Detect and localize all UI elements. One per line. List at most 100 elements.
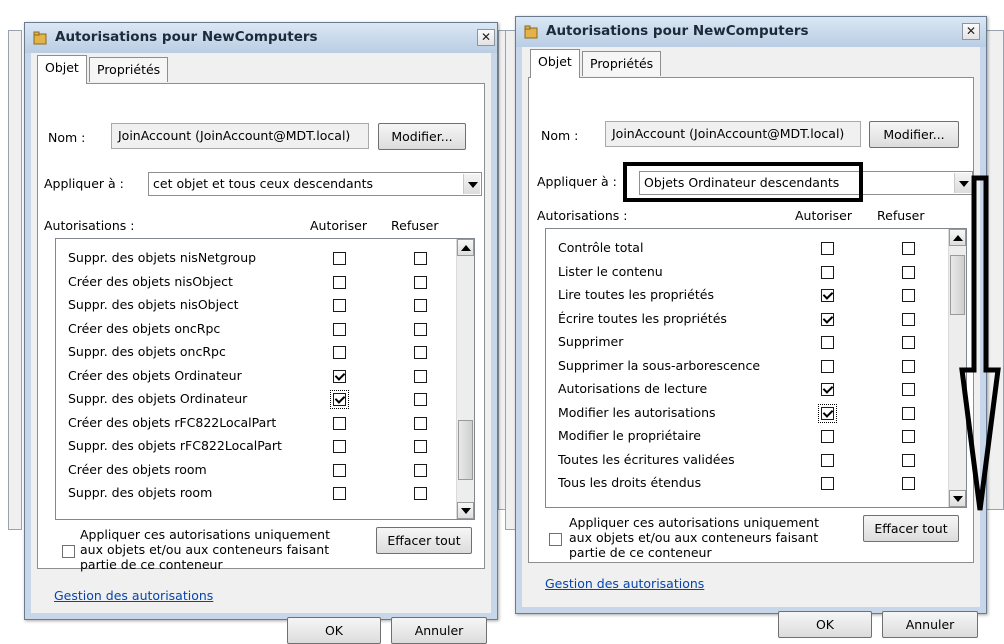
manage-permissions-link[interactable]: Gestion des autorisations [545, 576, 704, 591]
tab-proprietes[interactable]: Propriétés [582, 51, 662, 76]
allow-checkbox[interactable] [821, 383, 834, 396]
allow-checkbox[interactable] [333, 369, 346, 383]
permission-row[interactable]: Suppr. des objets nisNetgroup [56, 247, 456, 270]
modify-button[interactable]: Modifier... [378, 123, 466, 150]
permission-row[interactable]: Suppr. des objets oncRpc [56, 341, 456, 364]
ok-button[interactable]: OK [287, 617, 381, 644]
chevron-down-icon[interactable] [463, 174, 480, 194]
clear-all-button[interactable]: Effacer tout [376, 527, 472, 554]
allow-checkbox[interactable] [821, 430, 834, 443]
allow-checkbox[interactable] [333, 487, 346, 500]
allow-checkbox[interactable] [821, 242, 834, 255]
close-button[interactable]: ✕ [477, 29, 495, 46]
allow-checkbox[interactable] [333, 322, 346, 336]
permission-name: Toutes les écritures validées [558, 451, 735, 467]
permissions-list[interactable]: Suppr. des objets room Créer des objets r… [55, 238, 475, 520]
deny-checkbox[interactable] [902, 289, 915, 302]
deny-checkbox[interactable] [902, 406, 915, 420]
deny-checkbox[interactable] [414, 487, 427, 500]
allow-checkbox[interactable] [333, 299, 346, 312]
allow-checkbox[interactable] [821, 336, 834, 349]
deny-checkbox[interactable] [902, 383, 915, 396]
allow-checkbox[interactable] [821, 359, 834, 373]
tab-proprietes[interactable]: Propriétés [89, 57, 169, 82]
deny-checkbox[interactable] [902, 359, 915, 373]
allow-checkbox[interactable] [821, 477, 834, 490]
permission-row[interactable]: Suppr. des objets nisObject [56, 294, 456, 317]
permission-row[interactable]: Créer des objets Ordinateur [56, 365, 456, 388]
permission-row[interactable]: Modifier le propriétaire [546, 425, 948, 448]
deny-checkbox[interactable] [414, 299, 427, 312]
tab-objet[interactable]: Objet [37, 55, 87, 84]
cancel-button[interactable]: Annuler [391, 617, 487, 644]
permission-name: Suppr. des objets oncRpc [68, 344, 226, 359]
deny-checkbox[interactable] [902, 265, 915, 279]
deny-checkbox[interactable] [902, 336, 915, 349]
deny-checkbox[interactable] [902, 312, 915, 326]
scroll-thumb[interactable] [458, 419, 473, 480]
deny-checkbox[interactable] [902, 430, 915, 443]
permission-row[interactable]: Créer des objets oncRpc [56, 318, 456, 341]
permission-row[interactable]: Créer des objets room [56, 459, 456, 482]
permission-row[interactable]: Contrôle total [546, 237, 948, 260]
vertical-scrollbar[interactable] [456, 239, 474, 519]
deny-checkbox[interactable] [902, 453, 915, 467]
folder-key-icon [524, 25, 538, 39]
deny-checkbox[interactable] [414, 275, 427, 289]
permission-row[interactable]: Suppr. des objets Ordinateur [56, 388, 456, 411]
deny-checkbox[interactable] [414, 416, 427, 430]
allow-checkbox[interactable] [333, 346, 346, 359]
deny-checkbox[interactable] [902, 242, 915, 255]
scroll-up-icon[interactable] [457, 239, 474, 256]
title-bar[interactable]: Autorisations pour NewComputers ✕ [25, 23, 497, 53]
allow-checkbox[interactable] [821, 453, 834, 467]
allow-checkbox[interactable] [818, 403, 837, 423]
allow-checkbox[interactable] [333, 463, 346, 477]
clear-all-button[interactable]: Effacer tout [863, 515, 959, 542]
deny-checkbox[interactable] [414, 463, 427, 477]
tab-panel: Nom : JoinAccount (JoinAccount@MDT.local… [37, 83, 485, 603]
allow-checkbox[interactable] [333, 440, 346, 453]
deny-checkbox[interactable] [414, 346, 427, 359]
deny-checkbox[interactable] [902, 477, 915, 490]
permission-row[interactable]: Suppr. des objets room [56, 482, 456, 505]
modify-button[interactable]: Modifier... [869, 121, 959, 148]
permission-row[interactable]: Autorisations de lecture [546, 378, 948, 401]
manage-permissions-link[interactable]: Gestion des autorisations [54, 588, 213, 603]
permission-row[interactable]: Créer des objets nisObject [56, 271, 456, 294]
deny-checkbox[interactable] [414, 252, 427, 265]
ok-button[interactable]: OK [778, 611, 872, 638]
deny-checkbox[interactable] [414, 322, 427, 336]
permission-row[interactable]: Toutes les écritures validées [546, 449, 948, 472]
permission-name: Créer des objets room [68, 461, 207, 477]
allow-checkbox[interactable] [333, 252, 346, 265]
permission-row[interactable]: Supprimer la sous-arborescence [546, 355, 948, 378]
allow-checkbox[interactable] [821, 289, 834, 302]
allow-checkbox[interactable] [330, 390, 349, 409]
allow-checkbox[interactable] [333, 275, 346, 289]
permission-row[interactable]: Créer des objets rFC822LocalPart [56, 412, 456, 435]
allow-checkbox[interactable] [821, 312, 834, 326]
cancel-button[interactable]: Annuler [882, 611, 978, 638]
permission-row[interactable]: Tous les droits étendus [546, 472, 948, 495]
deny-checkbox[interactable] [414, 440, 427, 453]
permission-row[interactable]: Supprimer [546, 331, 948, 354]
title-bar[interactable]: Autorisations pour NewComputers ✕ [516, 17, 986, 47]
deny-checkbox[interactable] [414, 369, 427, 383]
apply-to-select[interactable]: cet objet et tous ceux descendants [148, 172, 482, 196]
deny-checkbox[interactable] [414, 393, 427, 406]
apply-only-checkbox[interactable] [549, 533, 562, 546]
allow-checkbox[interactable] [821, 265, 834, 279]
permission-row[interactable]: Lire toutes les propriétés [546, 284, 948, 307]
scroll-down-icon[interactable] [457, 502, 474, 519]
permission-row[interactable]: Modifier les autorisations [546, 402, 948, 425]
allow-checkbox[interactable] [333, 416, 346, 430]
permission-row[interactable]: Suppr. des objets rFC822LocalPart [56, 435, 456, 458]
apply-only-checkbox[interactable] [62, 545, 75, 558]
permission-row[interactable]: Écrire toutes les propriétés [546, 308, 948, 331]
close-button[interactable]: ✕ [962, 23, 980, 40]
permission-row[interactable]: Lister le contenu [546, 261, 948, 284]
permission-name: Suppr. des objets room [68, 485, 213, 500]
permissions-list[interactable]: Tous les droits étendus Toutes les écritu… [545, 228, 967, 508]
tab-objet[interactable]: Objet [530, 49, 580, 78]
